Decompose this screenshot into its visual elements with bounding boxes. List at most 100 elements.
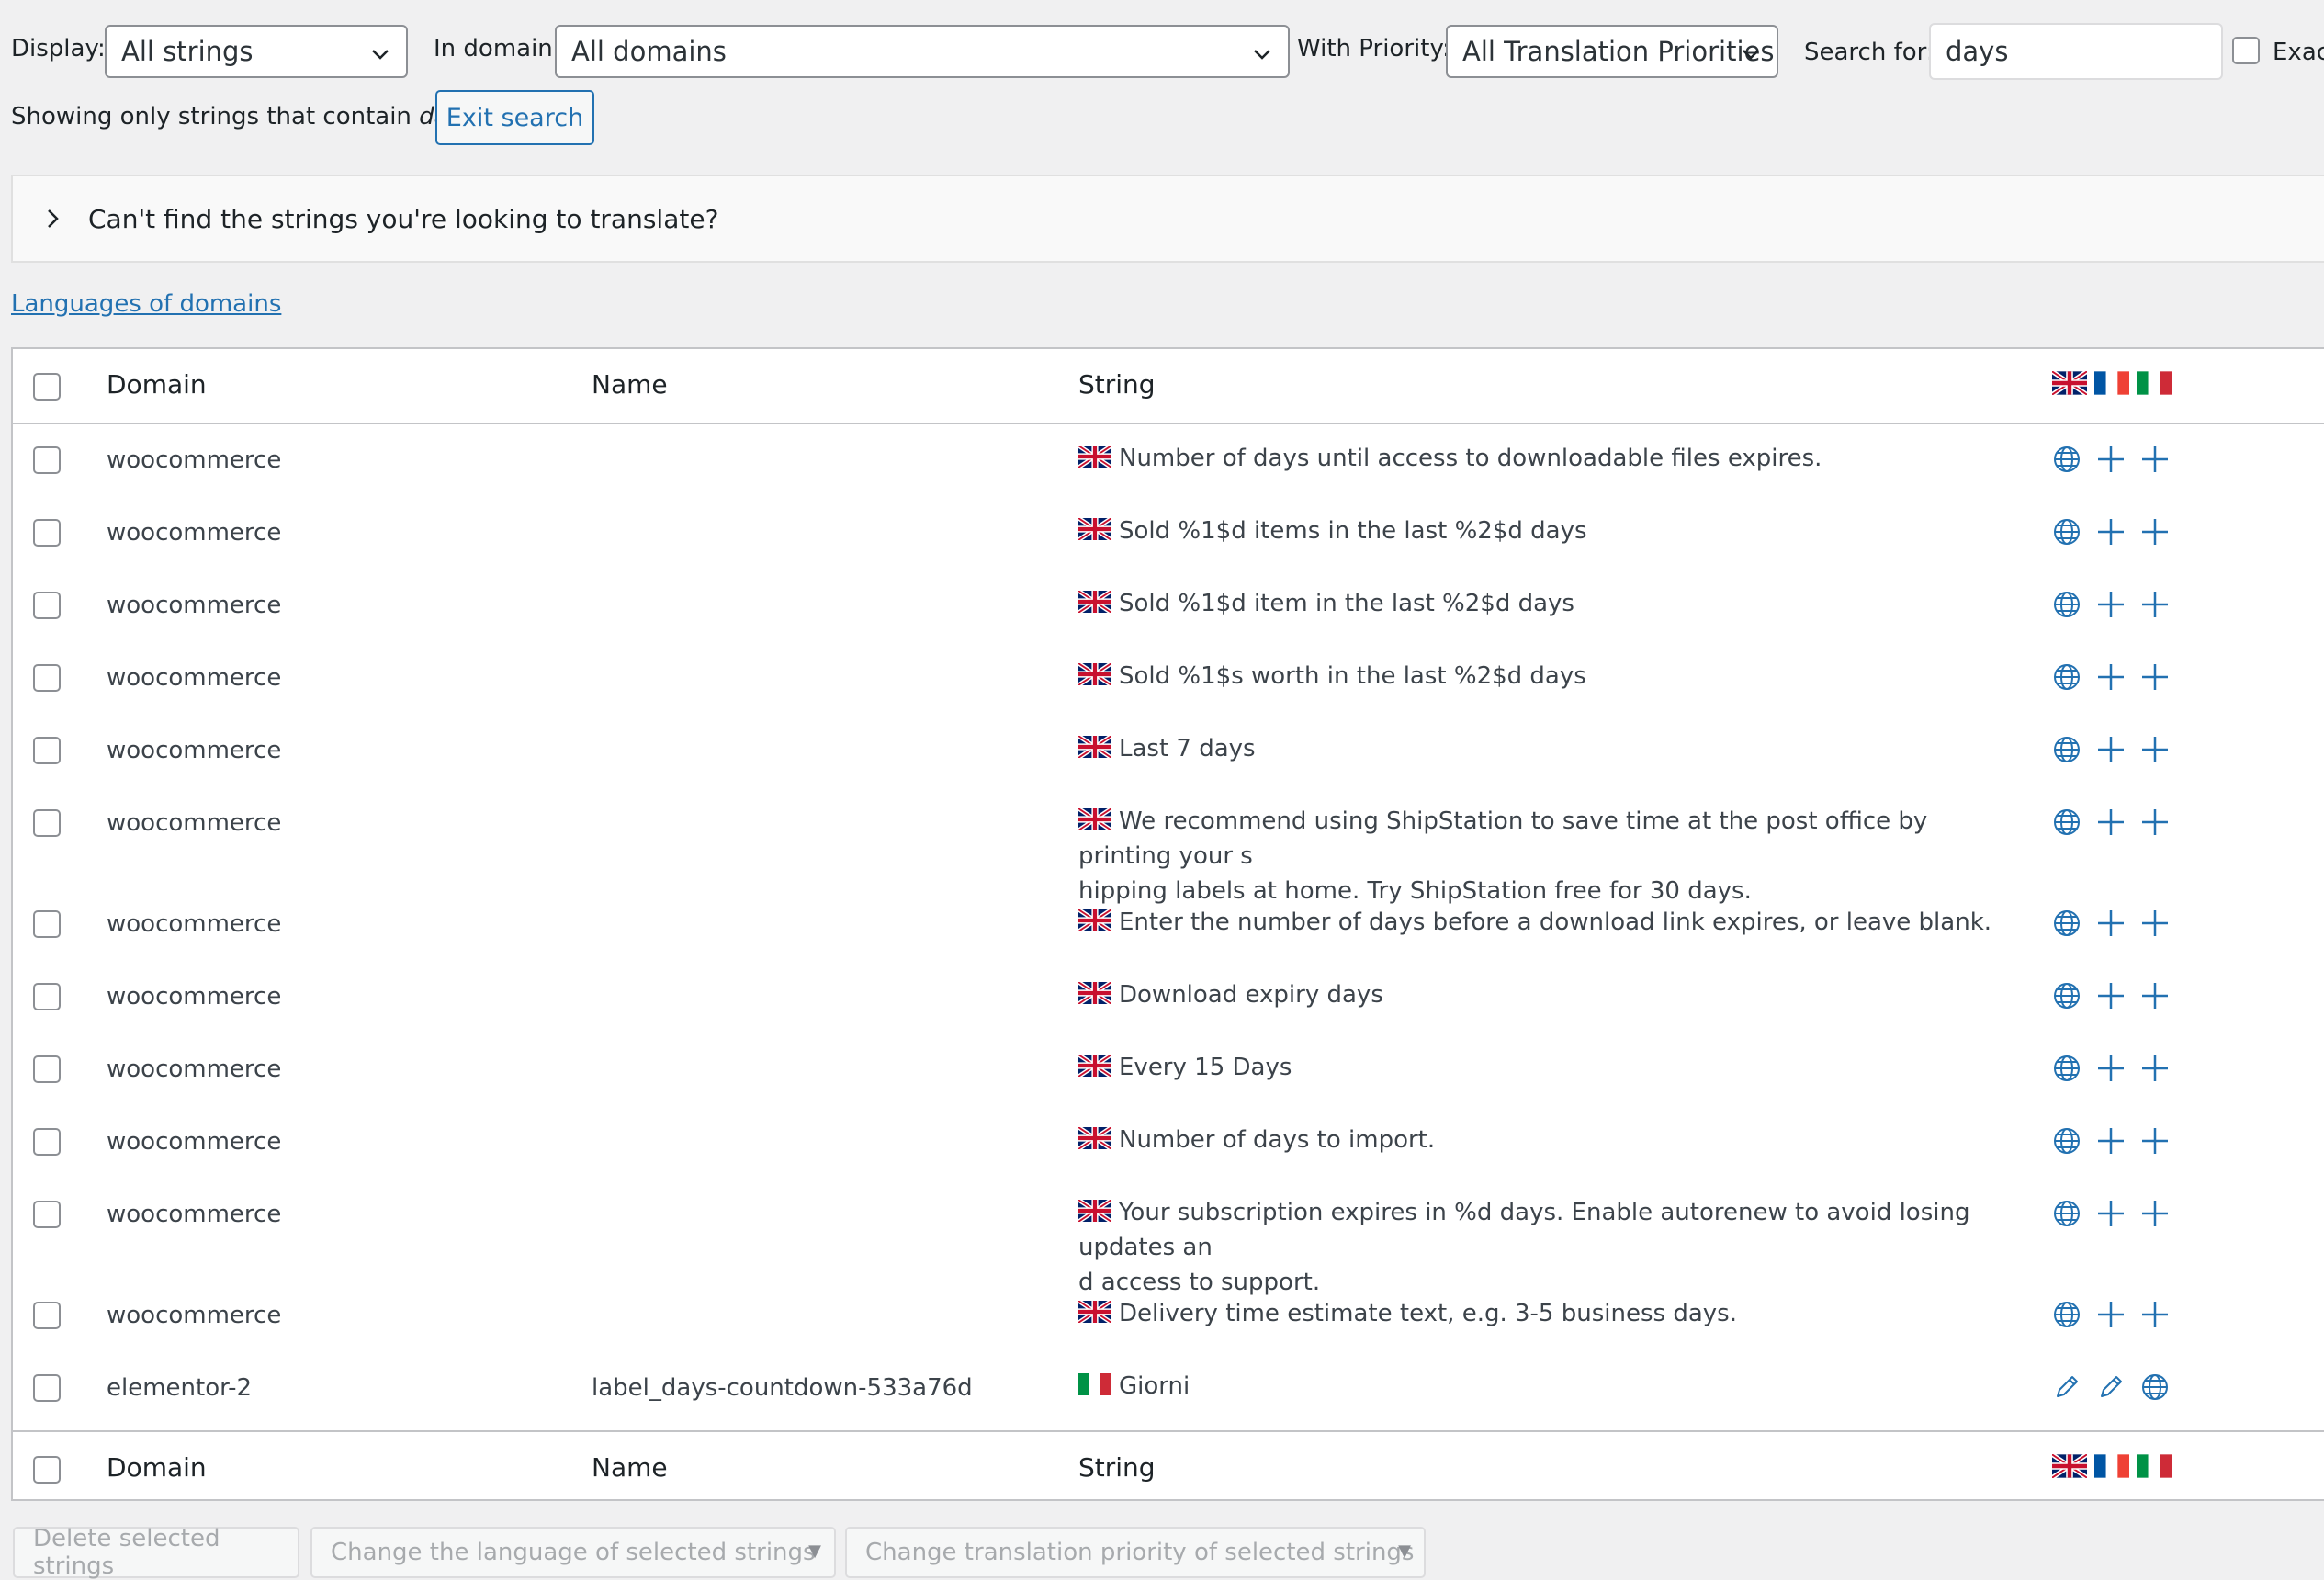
row-checkbox[interactable] [33, 446, 61, 474]
add-translation-icon[interactable] [2096, 1054, 2126, 1083]
add-translation-icon[interactable] [2140, 517, 2170, 547]
uk-flag-icon [2052, 1454, 2087, 1478]
table-row: woocommerce Download expiry days [13, 961, 2324, 1033]
add-translation-icon[interactable] [2096, 590, 2126, 619]
row-checkbox[interactable] [33, 983, 61, 1010]
france-flag-icon [2094, 1454, 2129, 1478]
row-checkbox[interactable] [33, 910, 61, 938]
change-priority-select[interactable]: Change translation priority of selected … [845, 1527, 1426, 1578]
add-translation-icon[interactable] [2140, 662, 2170, 692]
add-translation-icon[interactable] [2096, 735, 2126, 764]
row-checkbox[interactable] [33, 519, 61, 547]
add-translation-icon[interactable] [2096, 908, 2126, 938]
row-checkbox[interactable] [33, 1374, 61, 1402]
table-header-select-all-checkbox[interactable] [33, 373, 61, 401]
row-domain: woocommerce [107, 910, 282, 938]
add-translation-icon[interactable] [2140, 445, 2170, 474]
add-translation-icon[interactable] [2096, 517, 2126, 547]
search-input[interactable]: days [1929, 23, 2223, 80]
table-header-column-name[interactable]: Name [592, 369, 668, 400]
row-string-text: Enter the number of days before a downlo… [1119, 908, 1992, 936]
add-translation-icon[interactable] [2140, 981, 2170, 1010]
exact-match-checkbox[interactable] [2232, 37, 2260, 64]
globe-icon[interactable] [2052, 981, 2081, 1010]
add-translation-icon[interactable] [2140, 590, 2170, 619]
row-domain: woocommerce [107, 592, 282, 619]
table-row: woocommerce Number of days to import. [13, 1106, 2324, 1179]
globe-icon[interactable] [2052, 1054, 2081, 1083]
globe-icon[interactable] [2052, 908, 2081, 938]
globe-icon[interactable] [2052, 517, 2081, 547]
add-translation-icon[interactable] [2096, 1199, 2126, 1228]
uk-flag-icon [1078, 1301, 1111, 1323]
globe-icon[interactable] [2140, 1372, 2170, 1402]
row-checkbox[interactable] [33, 1128, 61, 1156]
row-checkbox[interactable] [33, 1201, 61, 1228]
exit-search-button[interactable]: Exit search [435, 90, 594, 145]
globe-icon[interactable] [2052, 1199, 2081, 1228]
table-footer-column-domain[interactable]: Domain [107, 1452, 207, 1483]
globe-icon[interactable] [2052, 1300, 2081, 1329]
uk-flag-icon [1078, 1127, 1111, 1149]
display-select[interactable]: All strings [105, 25, 408, 78]
table-footer-select-all-checkbox[interactable] [33, 1456, 61, 1484]
table-footer-column-string[interactable]: String [1078, 1452, 1156, 1483]
caret-down-icon: ▼ [808, 1541, 821, 1561]
table-row: woocommerce Number of days until access t… [13, 424, 2324, 497]
add-translation-icon[interactable] [2140, 908, 2170, 938]
delete-selected-button[interactable]: Delete selected strings [13, 1525, 299, 1580]
add-translation-icon[interactable] [2096, 1300, 2126, 1329]
globe-icon[interactable] [2052, 735, 2081, 764]
row-string: Delivery time estimate text, e.g. 3-5 bu… [1078, 1296, 2006, 1331]
row-checkbox[interactable] [33, 737, 61, 764]
globe-icon[interactable] [2052, 1126, 2081, 1156]
languages-of-domains-link[interactable]: Languages of domains [11, 290, 281, 318]
row-domain: woocommerce [107, 809, 282, 837]
edit-translation-icon[interactable] [2096, 1372, 2126, 1402]
row-translation-actions [2052, 445, 2181, 476]
row-string-text: Every 15 Days [1119, 1054, 1292, 1081]
globe-icon[interactable] [2052, 590, 2081, 619]
row-checkbox[interactable] [33, 1055, 61, 1083]
table-footer-language-flags [2052, 1454, 2172, 1478]
add-translation-icon[interactable] [2140, 735, 2170, 764]
edit-translation-icon[interactable] [2052, 1372, 2081, 1402]
add-translation-icon[interactable] [2096, 981, 2126, 1010]
table-footer-column-name[interactable]: Name [592, 1452, 668, 1483]
row-translation-actions [2052, 662, 2181, 694]
add-translation-icon[interactable] [2140, 1300, 2170, 1329]
row-string: Number of days to import. [1078, 1123, 2006, 1157]
domain-select[interactable]: All domains [555, 25, 1290, 78]
row-domain: woocommerce [107, 446, 282, 474]
priority-label: With Priority: [1297, 35, 1450, 62]
row-translation-actions [2052, 807, 2181, 839]
row-string: Enter the number of days before a downlo… [1078, 905, 2006, 940]
add-translation-icon[interactable] [2096, 1126, 2126, 1156]
row-domain: woocommerce [107, 519, 282, 547]
row-string-text: Delivery time estimate text, e.g. 3-5 bu… [1119, 1300, 1737, 1327]
add-translation-icon[interactable] [2096, 445, 2126, 474]
row-checkbox[interactable] [33, 664, 61, 692]
table-header-column-string[interactable]: String [1078, 369, 1156, 400]
change-language-select[interactable]: Change the language of selected strings … [310, 1527, 836, 1578]
add-translation-icon[interactable] [2096, 807, 2126, 837]
table-header-column-domain[interactable]: Domain [107, 369, 207, 400]
row-checkbox[interactable] [33, 809, 61, 837]
row-checkbox[interactable] [33, 1302, 61, 1329]
globe-icon[interactable] [2052, 662, 2081, 692]
add-translation-icon[interactable] [2140, 1126, 2170, 1156]
add-translation-icon[interactable] [2140, 1199, 2170, 1228]
help-panel[interactable]: Can't find the strings you're looking to… [11, 175, 2324, 263]
display-select-value: All strings [121, 36, 254, 67]
add-translation-icon[interactable] [2140, 1054, 2170, 1083]
row-string: Giorni [1078, 1369, 2006, 1404]
row-checkbox[interactable] [33, 592, 61, 619]
uk-flag-icon [1078, 736, 1111, 758]
add-translation-icon[interactable] [2096, 662, 2126, 692]
add-translation-icon[interactable] [2140, 807, 2170, 837]
globe-icon[interactable] [2052, 807, 2081, 837]
globe-icon[interactable] [2052, 445, 2081, 474]
priority-select[interactable]: All Translation Priorities [1446, 25, 1778, 78]
row-domain: woocommerce [107, 1201, 282, 1228]
uk-flag-icon [1078, 518, 1111, 540]
